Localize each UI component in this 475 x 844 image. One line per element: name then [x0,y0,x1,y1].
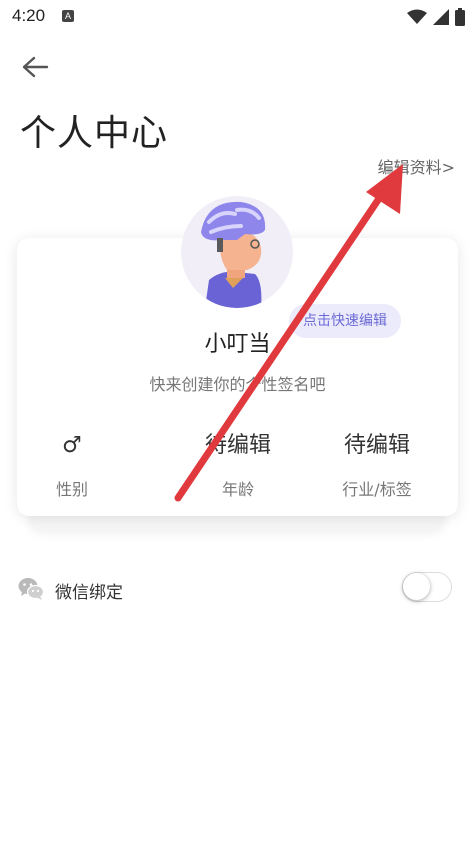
wechat-icon [18,578,44,600]
nickname: 小叮当 [204,332,271,357]
toggle-knob [403,573,430,600]
wechat-binding-label: 微信绑定 [55,583,123,603]
status-icons [407,7,465,27]
signal-icon [433,9,449,25]
signature[interactable]: 快来创建你的个性签名吧 [0,371,475,395]
stat-age[interactable]: 待编辑 年龄 [173,430,303,500]
stat-industry-value: 待编辑 [343,433,410,458]
back-arrow-icon [22,56,49,78]
back-button[interactable] [20,54,50,80]
status-bar: 4:20 A [0,0,475,34]
avatar-illustration [201,201,266,308]
stat-industry-label: 行业/标签 [342,480,412,499]
stat-industry[interactable]: 待编辑 行业/标签 [312,430,442,500]
battery-icon [455,8,465,26]
stat-gender[interactable]: ♂ 性别 [7,430,137,500]
gender-icon: ♂ [62,433,82,458]
stat-age-value: 待编辑 [204,433,271,458]
wechat-binding-row: 微信绑定 [18,570,458,608]
status-time: 4:20 [12,6,46,25]
avatar[interactable] [181,196,293,308]
page-title: 个人中心 [20,113,169,154]
notification-icon: A [62,10,74,22]
wechat-binding-toggle[interactable] [402,572,452,602]
wifi-icon [407,9,427,24]
stat-age-label: 年龄 [221,480,254,499]
edit-profile-link[interactable]: 编辑资料> [378,154,455,178]
stat-gender-label: 性别 [55,480,88,499]
